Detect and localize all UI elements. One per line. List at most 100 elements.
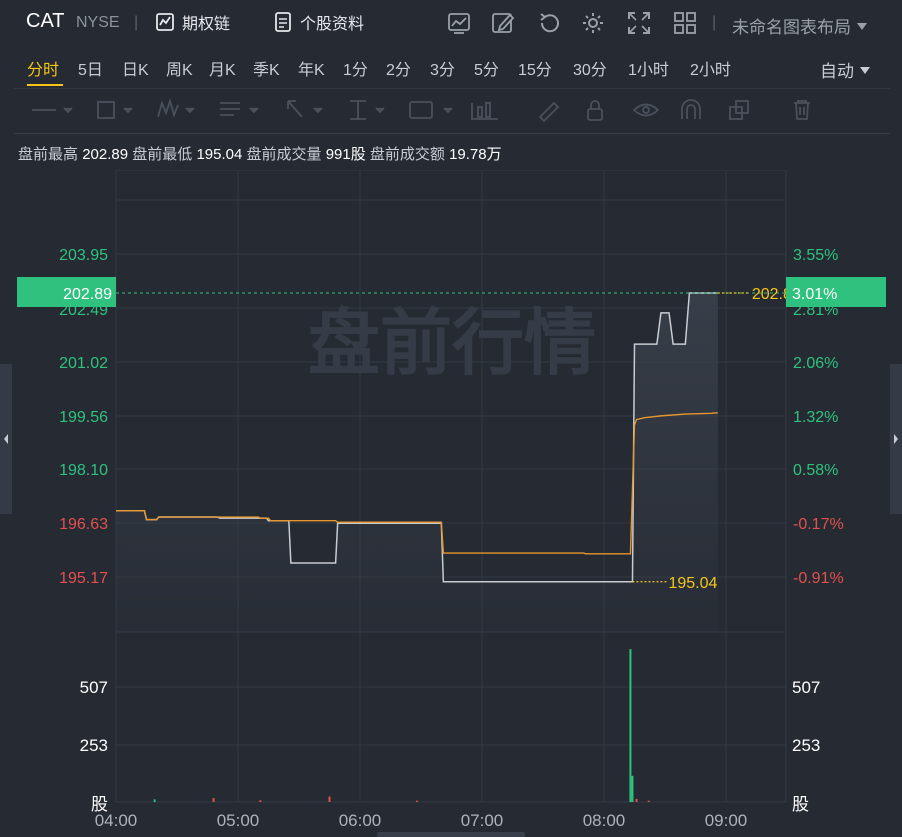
time-scrollbar xyxy=(377,832,525,837)
volume-bar xyxy=(153,799,156,802)
ticker-symbol[interactable]: CAT xyxy=(26,10,65,33)
time-axis-tick: 09:00 xyxy=(705,811,748,830)
high-value: 202.89 xyxy=(82,146,129,163)
time-axis-tick: 06:00 xyxy=(339,811,382,830)
pen-icon[interactable] xyxy=(538,101,560,123)
volume-axis-tick: 253 xyxy=(792,736,820,755)
period-tab[interactable]: 月K xyxy=(209,56,236,80)
period-tab[interactable]: 30分 xyxy=(573,56,607,80)
volume-bar xyxy=(647,800,650,802)
time-axis-tick: 04:00 xyxy=(95,811,138,830)
eye-icon[interactable] xyxy=(632,103,660,117)
period-tab[interactable]: 2小时 xyxy=(690,56,731,80)
active-tab-indicator xyxy=(27,84,63,86)
volume-bar xyxy=(328,796,331,802)
intraday-chart[interactable]: 盘前行情 202.89 195.04 203.95 201.02 199.56 198.… xyxy=(0,170,902,837)
volume-axis-tick: 507 xyxy=(80,678,108,697)
amount-value: 19.78万 xyxy=(449,146,502,163)
volume-bar xyxy=(631,775,634,802)
volume-bar xyxy=(629,649,632,802)
arrow-tool-icon[interactable] xyxy=(287,100,323,118)
period-tab[interactable]: 1分 xyxy=(343,56,368,80)
options-chain-button[interactable]: 期权链 xyxy=(154,10,230,34)
trash-icon[interactable] xyxy=(794,100,810,120)
volume-bar xyxy=(212,798,215,802)
price-axis-tick: 203.95 xyxy=(59,247,108,264)
fullscreen-icon[interactable] xyxy=(626,10,652,36)
high-label: 盘前最高 xyxy=(18,146,79,163)
period-tab[interactable]: 5分 xyxy=(474,56,499,80)
period-tab[interactable]: 1小时 xyxy=(628,56,669,80)
volume-axis-tick: 253 xyxy=(80,736,108,755)
period-tab[interactable]: 年K xyxy=(298,56,325,80)
divider: | xyxy=(134,14,139,31)
scale-mode-select[interactable]: 自动 xyxy=(820,57,872,82)
gear-icon[interactable] xyxy=(580,10,606,36)
price-axis-tick: 201.02 xyxy=(59,355,108,372)
magnet-icon[interactable] xyxy=(681,99,701,119)
document-icon xyxy=(275,12,291,32)
percent-axis-tick: -0.17% xyxy=(793,516,844,533)
stock-profile-label: 个股资料 xyxy=(300,16,365,33)
refresh-icon[interactable] xyxy=(536,10,562,36)
price-axis-tick: 195.17 xyxy=(59,570,108,587)
edit-icon[interactable] xyxy=(490,10,516,36)
current-price-value: 202.89 xyxy=(63,286,112,303)
watermark: 盘前行情 xyxy=(308,301,596,385)
caret-down-icon xyxy=(860,66,870,74)
indicator-icon[interactable] xyxy=(446,10,472,36)
volume-axis-tick: 507 xyxy=(792,678,820,697)
period-tab[interactable]: 5日 xyxy=(78,56,103,80)
low-marker-label: 195.04 xyxy=(668,575,717,592)
top-toolbar: CAT NYSE | 期权链 个股资料 | 未命名图表布局 xyxy=(0,0,902,46)
rectangle-tool-icon[interactable] xyxy=(97,101,133,119)
price-axis-tick: 198.10 xyxy=(59,462,108,479)
time-axis-tick: 08:00 xyxy=(583,811,626,830)
measure-tool-icon[interactable] xyxy=(350,100,385,120)
text-tool-icon[interactable] xyxy=(409,101,453,119)
period-tab[interactable]: 周K xyxy=(166,56,193,80)
options-chain-icon xyxy=(156,13,174,31)
premarket-summary: 盘前最高 202.89 盘前最低 195.04 盘前成交量 991股 盘前成交额… xyxy=(18,143,502,164)
period-tab[interactable]: 季K xyxy=(253,56,280,80)
volume-bar xyxy=(259,800,262,802)
period-tab[interactable]: 2分 xyxy=(386,56,411,80)
layout-grid-icon[interactable] xyxy=(672,10,698,36)
text-list-tool-icon[interactable] xyxy=(220,102,259,116)
caret-down-icon xyxy=(857,22,867,30)
pattern-tool-icon[interactable] xyxy=(157,97,195,118)
volume-bar xyxy=(415,800,418,802)
layout-select[interactable]: 未命名图表布局 xyxy=(732,13,869,38)
stock-profile-button[interactable]: 个股资料 xyxy=(272,10,364,34)
volume-label: 盘前成交量 xyxy=(246,146,322,163)
options-chain-label: 期权链 xyxy=(182,16,231,33)
period-tab[interactable]: 日K xyxy=(122,56,149,80)
percent-axis-tick: 3.55% xyxy=(793,247,838,264)
time-axis-tick: 07:00 xyxy=(461,811,504,830)
exchange-label: NYSE xyxy=(76,14,120,31)
bars-tool-icon[interactable] xyxy=(471,102,498,120)
lock-icon[interactable] xyxy=(587,100,603,121)
volume-unit-label: 股 xyxy=(792,795,809,814)
period-tab[interactable]: 3分 xyxy=(430,56,455,80)
amount-label: 盘前成交额 xyxy=(369,146,445,163)
price-axis-tick: 196.63 xyxy=(59,516,108,533)
drawing-toolbar xyxy=(14,88,890,134)
layout-name: 未命名图表布局 xyxy=(732,18,851,37)
divider: | xyxy=(712,14,717,31)
volume-bar xyxy=(635,798,638,802)
period-tab[interactable]: 15分 xyxy=(518,56,552,80)
line-tool-icon[interactable] xyxy=(32,107,73,114)
percent-axis-tick: 2.06% xyxy=(793,355,838,372)
current-percent-value: 3.01% xyxy=(792,286,837,303)
percent-axis-tick: 1.32% xyxy=(793,409,838,426)
copy-icon[interactable] xyxy=(729,100,749,120)
price-axis-tick: 199.56 xyxy=(59,409,108,426)
period-tab[interactable]: 分时 xyxy=(27,56,59,80)
volume-value: 991股 xyxy=(325,146,366,163)
scale-mode-label: 自动 xyxy=(820,62,854,81)
low-value: 195.04 xyxy=(196,146,243,163)
time-axis-tick: 05:00 xyxy=(217,811,260,830)
low-label: 盘前最低 xyxy=(132,146,193,163)
percent-axis-tick: 0.58% xyxy=(793,462,838,479)
